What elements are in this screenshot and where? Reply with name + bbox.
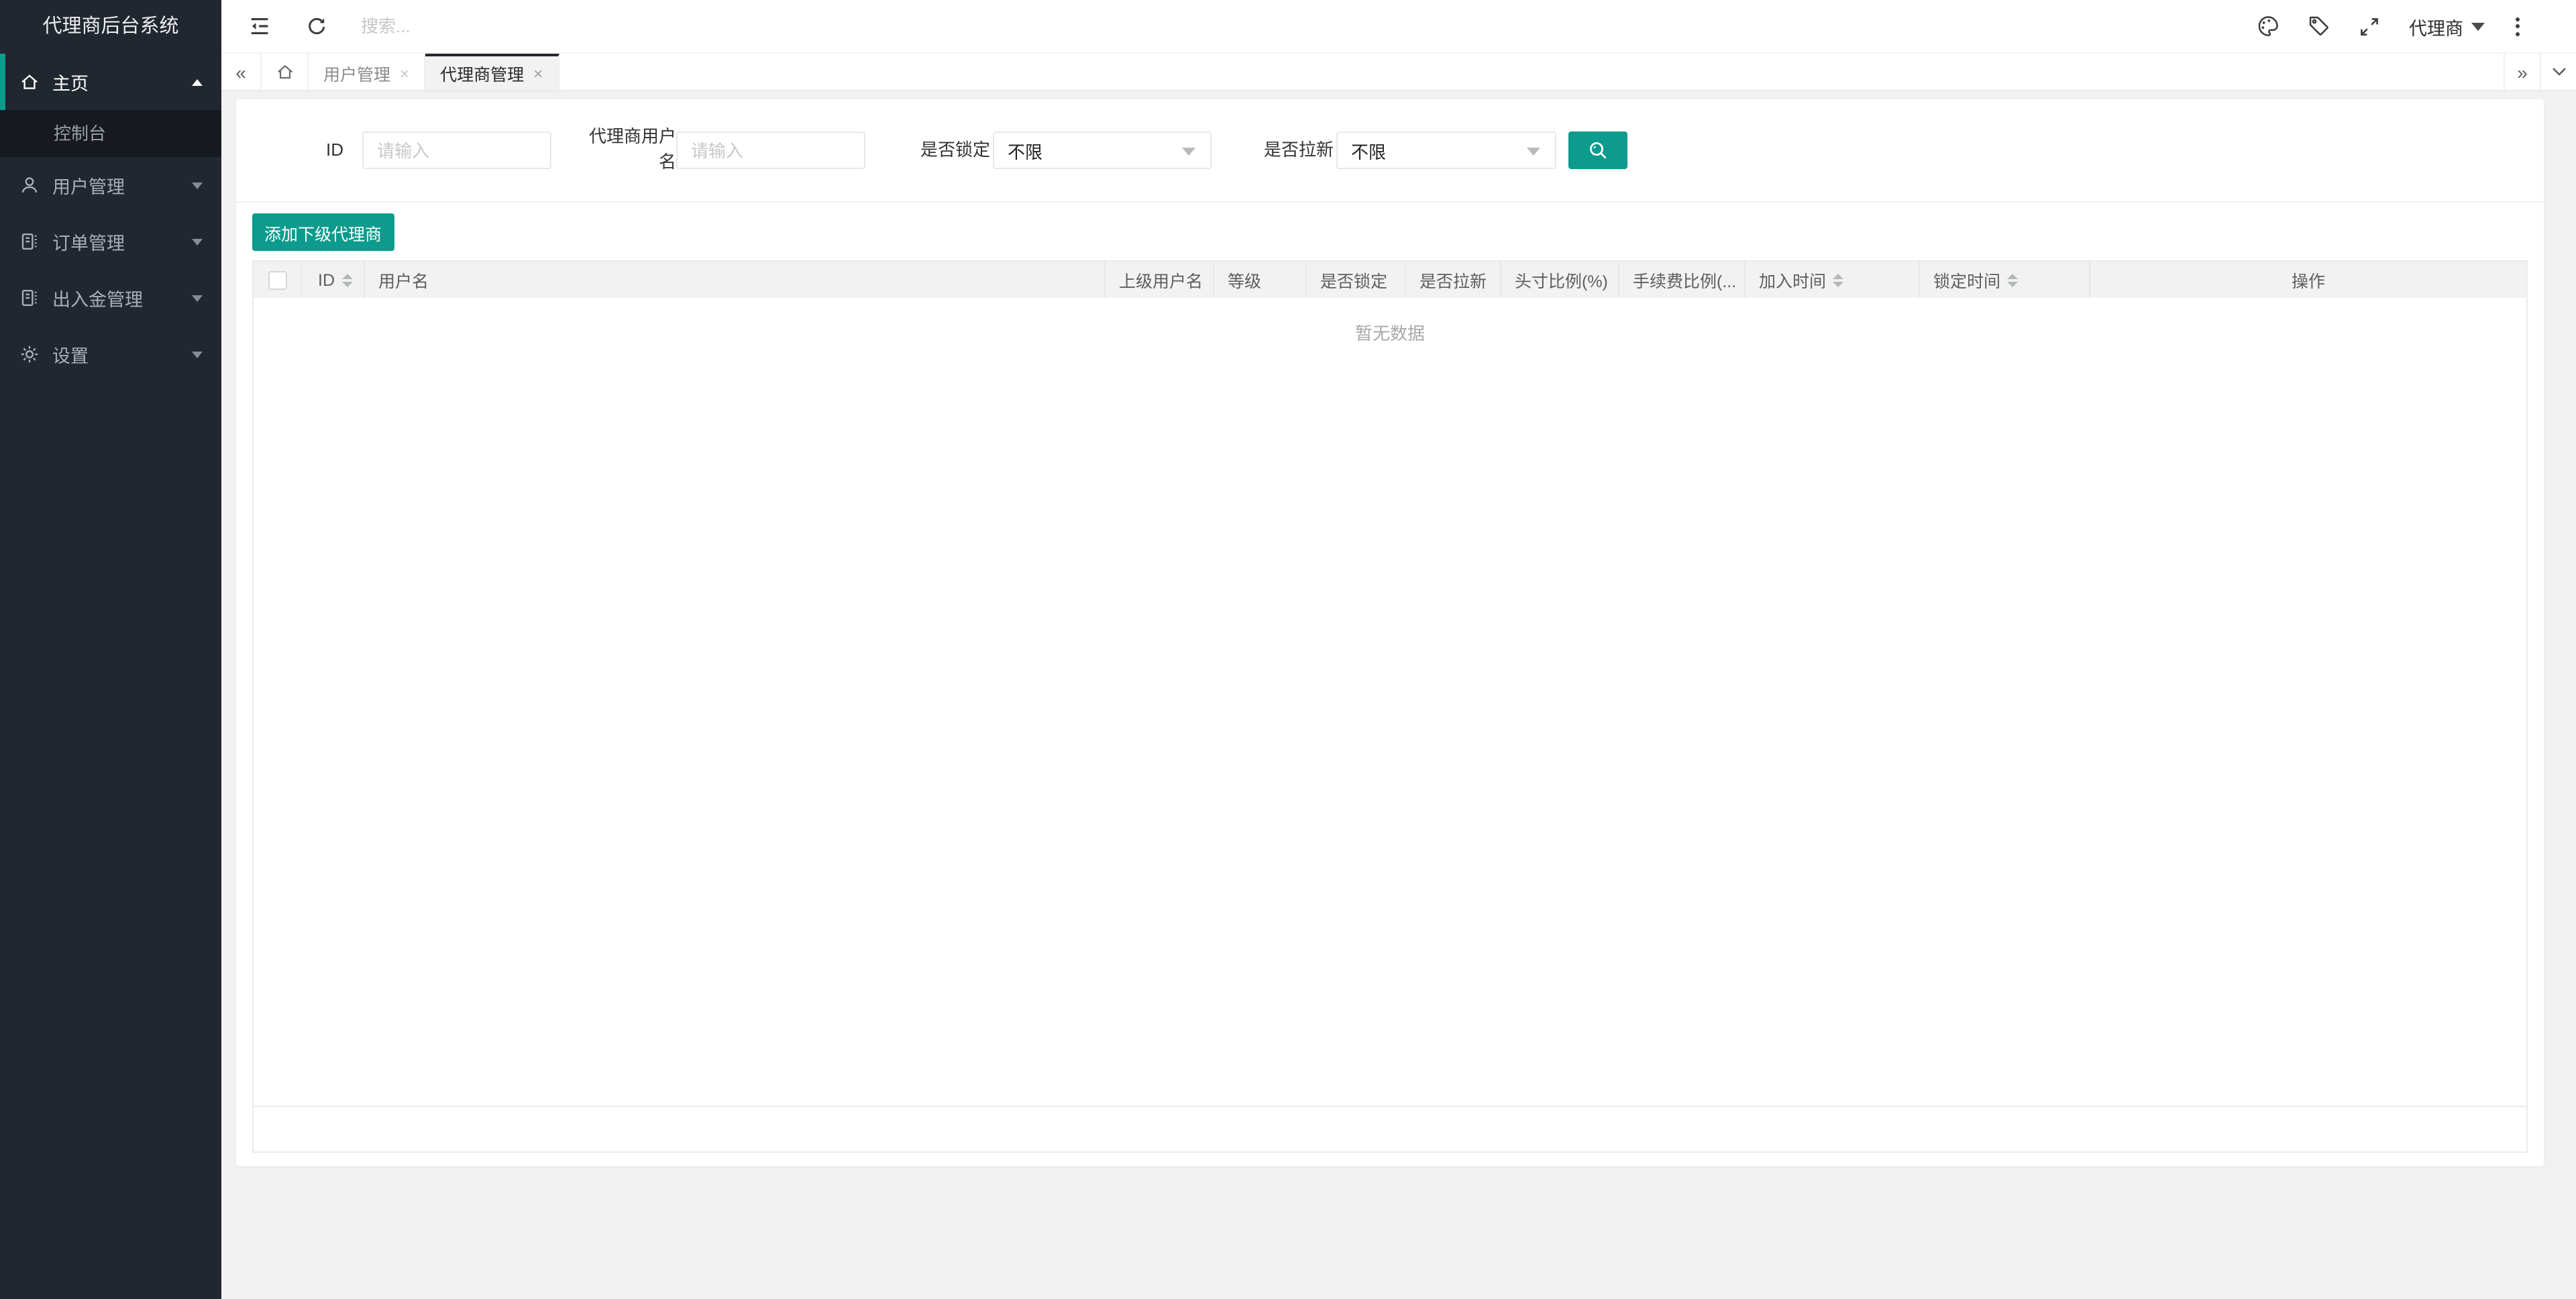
menu-fold-icon[interactable] [248, 15, 271, 38]
sort-icon[interactable] [1833, 273, 1843, 287]
table-header-join-time: 加入时间 [1746, 262, 1920, 298]
user-menu-label: 代理商 [2409, 13, 2463, 40]
sidebar-item-orders[interactable]: 订单管理 [0, 213, 221, 270]
filter-pullnew-select[interactable]: 不限 [1336, 132, 1556, 169]
refresh-icon[interactable] [305, 15, 327, 38]
tabbar-spacer [559, 54, 2504, 90]
agent-management-card: ID 代理商用户名 是否锁定 不限 是否拉新 不限 [236, 99, 2544, 1166]
app-title: 代理商后台系统 [0, 0, 221, 54]
content-area: ID 代理商用户名 是否锁定 不限 是否拉新 不限 [221, 91, 2576, 1299]
gear-icon [19, 344, 40, 365]
table-body: 暂无数据 [254, 298, 2526, 1106]
filter-pullnew-label: 是否拉新 [1264, 138, 1334, 163]
chevron-down-icon [192, 182, 203, 189]
chevron-down-icon [1527, 148, 1540, 156]
sort-icon[interactable] [2007, 273, 2018, 287]
main-column: 代理商 « 用户管理 × 代理商管理 × » [221, 0, 2576, 1299]
tab-label: 代理商管理 [440, 60, 524, 86]
filter-pullnew-value: 不限 [1351, 138, 1386, 163]
sidebar-item-home[interactable]: 主页 [0, 54, 221, 110]
chevron-up-icon [192, 79, 203, 85]
sidebar-item-label: 订单管理 [52, 228, 192, 255]
sidebar-item-label: 用户管理 [52, 172, 192, 199]
table-header-position-ratio: 头寸比例(%) [1501, 262, 1619, 298]
tab-agent-management[interactable]: 代理商管理 × [425, 54, 559, 90]
table-toolbar: 添加下级代理商 [236, 203, 2544, 251]
filter-locked-label: 是否锁定 [920, 138, 990, 163]
tag-icon[interactable] [2307, 15, 2330, 38]
chevron-down-icon [2551, 67, 2566, 76]
chevron-down-icon [192, 238, 203, 245]
empty-state-text: 暂无数据 [254, 298, 2526, 345]
chevron-down-icon [192, 295, 203, 301]
sidebar-menu: 主页 控制台 用户管理 [0, 54, 221, 382]
sidebar-item-settings[interactable]: 设置 [0, 326, 221, 382]
tabs-menu-button[interactable] [2540, 54, 2576, 90]
tab-label: 用户管理 [323, 60, 390, 86]
table-header-fee-ratio: 手续费比例(... [1619, 262, 1746, 298]
filter-agent-username-label: 代理商用户名 [588, 125, 676, 175]
sidebar-item-funds[interactable]: 出入金管理 [0, 270, 221, 326]
table-header-row: ID 用户名 上级用户名 等级 是否锁定 [254, 262, 2526, 298]
app-root: 代理商后台系统 主页 控制台 用户管 [0, 0, 2576, 1299]
sidebar-item-console[interactable]: 控制台 [0, 110, 221, 157]
home-icon [19, 71, 40, 93]
sidebar-item-users[interactable]: 用户管理 [0, 157, 221, 213]
search-input[interactable] [361, 16, 669, 36]
table-header-actions: 操作 [2090, 262, 2526, 298]
filter-id-input[interactable] [362, 132, 551, 169]
add-sub-agent-button[interactable]: 添加下级代理商 [252, 213, 394, 251]
filter-id-label: ID [250, 138, 343, 163]
table-header-pullnew: 是否拉新 [1406, 262, 1501, 298]
topbar-actions: 代理商 [2256, 13, 2576, 40]
tab-user-management[interactable]: 用户管理 × [309, 54, 425, 90]
filter-locked-value: 不限 [1008, 138, 1042, 163]
search-button[interactable] [1568, 132, 1627, 169]
agents-table: ID 用户名 上级用户名 等级 是否锁定 [252, 260, 2528, 1153]
select-all-checkbox[interactable] [268, 270, 286, 289]
chevron-down-icon [1182, 148, 1195, 156]
topbar: 代理商 [221, 0, 2576, 54]
sidebar-item-label: 设置 [52, 341, 192, 368]
close-icon[interactable]: × [533, 65, 543, 81]
sort-icon[interactable] [341, 273, 352, 287]
funds-icon [19, 287, 40, 309]
more-vertical-icon[interactable] [2513, 14, 2522, 38]
table-footer [254, 1106, 2526, 1151]
filter-agent-username-input[interactable] [676, 132, 865, 169]
home-icon [274, 62, 294, 82]
order-icon [19, 231, 40, 252]
tab-home-button[interactable] [262, 54, 309, 90]
sidebar-item-label: 出入金管理 [52, 284, 192, 311]
sidebar: 代理商后台系统 主页 控制台 用户管 [0, 0, 221, 1299]
palette-icon[interactable] [2256, 15, 2279, 38]
table-header-id: ID [302, 262, 365, 298]
table-header-username: 用户名 [365, 262, 1106, 298]
filter-form: ID 代理商用户名 是否锁定 不限 是否拉新 不限 [236, 99, 2544, 203]
chevron-down-icon [2471, 22, 2485, 30]
table-header-lock-time: 锁定时间 [1920, 262, 2090, 298]
user-menu[interactable]: 代理商 [2409, 13, 2485, 40]
tabbar: « 用户管理 × 代理商管理 × » [221, 54, 2576, 91]
sidebar-item-label: 主页 [52, 68, 192, 95]
tabs-scroll-right-button[interactable]: » [2504, 54, 2540, 90]
table-header-level: 等级 [1214, 262, 1307, 298]
chevron-down-icon [192, 351, 203, 358]
table-header-checkbox-cell [254, 262, 302, 298]
table-header-locked: 是否锁定 [1307, 262, 1406, 298]
fullscreen-icon[interactable] [2358, 15, 2381, 38]
search-icon [1587, 140, 1609, 161]
sidebar-submenu-home: 控制台 [0, 110, 221, 157]
filter-locked-select[interactable]: 不限 [993, 132, 1212, 169]
table-header-parent-username: 上级用户名 [1106, 262, 1214, 298]
user-icon [19, 174, 40, 196]
close-icon[interactable]: × [400, 65, 409, 81]
tabs-scroll-left-button[interactable]: « [221, 54, 262, 90]
